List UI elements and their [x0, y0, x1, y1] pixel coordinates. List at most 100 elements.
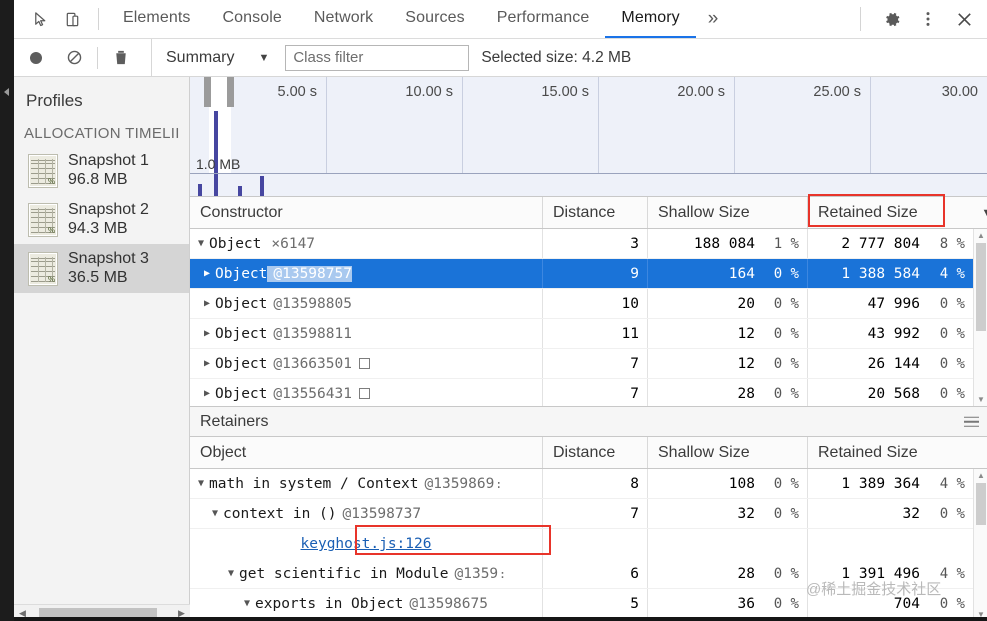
- expand-triangle-icon[interactable]: ▶: [204, 268, 215, 279]
- object-id: @13598737: [342, 505, 422, 522]
- scroll-up-arrow-icon[interactable]: ▲: [974, 471, 987, 480]
- table-row[interactable]: ▼ Object ×6147 3 188 084 1 % 2 777 804 8…: [190, 229, 987, 259]
- tab-console[interactable]: Console: [207, 0, 298, 38]
- cell-distance: 5: [543, 589, 648, 618]
- retainers-title-bar: Retainers: [190, 406, 987, 437]
- sidebar-item-snapshot-1[interactable]: % Snapshot 1 96.8 MB: [14, 146, 189, 195]
- cell-retained-size: [808, 529, 928, 559]
- scrollbar-thumb[interactable]: [976, 243, 986, 331]
- column-header-distance[interactable]: Distance: [543, 197, 648, 228]
- column-header-object[interactable]: Object: [190, 437, 543, 468]
- constructor-name: Object: [215, 265, 268, 282]
- constructor-name: Object: [215, 385, 268, 402]
- expand-triangle-icon[interactable]: ▶: [204, 328, 215, 339]
- table-row[interactable]: ▶ Object @13598805 10 20 0 % 47 996 0 %: [190, 289, 987, 319]
- retainers-title: Retainers: [200, 412, 269, 430]
- cell-distance: 9: [543, 259, 648, 288]
- expand-triangle-icon[interactable]: ▼: [244, 598, 255, 609]
- table-row[interactable]: ▼ math in system / Context @1359869։ 8 1…: [190, 469, 987, 499]
- constructor-grid-scrollbar[interactable]: ▲ ▼: [973, 229, 987, 406]
- timeline-selection-handle-left[interactable]: [204, 77, 211, 107]
- profiles-sidebar: Profiles ALLOCATION TIMELII % Snapshot 1…: [14, 77, 190, 621]
- column-header-retained-size[interactable]: Retained Size: [808, 197, 973, 228]
- expand-triangle-icon[interactable]: ▼: [228, 568, 239, 579]
- scroll-down-arrow-icon[interactable]: ▼: [974, 395, 987, 404]
- column-header-distance[interactable]: Distance: [543, 437, 648, 468]
- class-filter-field[interactable]: [293, 49, 462, 66]
- table-row[interactable]: ▶ Object @13598811 11 12 0 % 43 992 0 %: [190, 319, 987, 349]
- allocation-bar: [238, 186, 242, 196]
- cell-object: keyghost.js:126: [190, 529, 543, 559]
- table-row[interactable]: ▶ Object @13556431 7 28 0 % 20 568 0 %: [190, 379, 987, 406]
- tab-memory[interactable]: Memory: [605, 0, 696, 38]
- scroll-up-arrow-icon[interactable]: ▲: [974, 231, 987, 240]
- class-filter-input[interactable]: [285, 44, 470, 71]
- object-id: @13598811: [273, 325, 352, 342]
- retainer-label: get scientific in Module: [239, 565, 449, 582]
- cell-retained-pct: 0 %: [939, 355, 965, 372]
- kebab-menu-icon[interactable]: [911, 3, 945, 35]
- cell-distance: 7: [543, 379, 648, 406]
- sort-direction-icon[interactable]: ▼: [973, 197, 987, 228]
- collapse-arrow-icon[interactable]: [0, 84, 14, 100]
- tab-network[interactable]: Network: [298, 0, 389, 38]
- inspect-cursor-icon[interactable]: [26, 5, 54, 33]
- tab-performance[interactable]: Performance: [481, 0, 606, 38]
- column-header-retained-size[interactable]: Retained Size: [808, 437, 987, 468]
- timeline-tick: 15.00 s: [541, 84, 589, 100]
- cell-retained-pct: 4 %: [939, 475, 965, 492]
- expand-triangle-icon[interactable]: ▶: [204, 298, 215, 309]
- column-header-constructor[interactable]: Constructor: [190, 197, 543, 228]
- cell-retained-pct: 8 %: [939, 235, 965, 252]
- table-row[interactable]: ▶ Object @13598757 9 164 0 % 1 388 584 4…: [190, 259, 987, 289]
- sidebar-item-snapshot-2[interactable]: % Snapshot 2 94.3 MB: [14, 195, 189, 244]
- timeline-selection-handle-right[interactable]: [227, 77, 234, 107]
- toolbar-divider: [97, 46, 98, 69]
- cell-distance: 7: [543, 349, 648, 378]
- gear-icon[interactable]: [875, 3, 909, 35]
- constructor-name: Object: [209, 235, 262, 252]
- retainers-grid-scrollbar[interactable]: ▲ ▼: [973, 469, 987, 621]
- table-row[interactable]: ▼ context in () @13598737 7 32 0 % 32 0 …: [190, 499, 987, 529]
- source-link[interactable]: keyghost.js:126: [301, 536, 432, 552]
- cell-shallow-size: 12: [737, 325, 755, 342]
- tabbar-left-icons: [14, 0, 90, 38]
- allocation-timeline-overview[interactable]: 5.00 s 10.00 s 15.00 s 20.00 s 25.00 s 3…: [190, 77, 987, 196]
- column-label: Object: [200, 443, 247, 461]
- cell-retained-pct: 4 %: [939, 265, 965, 282]
- scrollbar-thumb[interactable]: [976, 483, 986, 525]
- snapshot-size: 36.5 MB: [68, 268, 128, 286]
- device-toolbar-icon[interactable]: [58, 5, 86, 33]
- delete-button[interactable]: [105, 43, 137, 73]
- cell-shallow-pct: 0 %: [763, 559, 808, 588]
- record-button[interactable]: [20, 43, 52, 73]
- expand-triangle-icon[interactable]: ▼: [212, 508, 223, 519]
- column-header-shallow-size[interactable]: Shallow Size: [648, 197, 808, 228]
- expand-triangle-icon[interactable]: ▼: [198, 238, 209, 249]
- cell-shallow-pct: [763, 529, 808, 559]
- retainer-label: context in (): [223, 505, 337, 522]
- expand-triangle-icon[interactable]: ▶: [204, 358, 215, 369]
- cell-shallow-size: 20: [737, 295, 755, 312]
- object-id: @13598805: [273, 295, 352, 312]
- more-tabs-icon[interactable]: »: [696, 0, 731, 38]
- retainers-menu-icon[interactable]: [964, 416, 979, 427]
- expand-triangle-icon[interactable]: ▼: [198, 478, 209, 489]
- column-header-shallow-size[interactable]: Shallow Size: [648, 437, 808, 468]
- column-label: Retained Size: [818, 203, 918, 221]
- cell-retained-size: 26 144: [867, 355, 920, 372]
- tabbar-divider: [98, 8, 99, 30]
- tab-label: Elements: [123, 9, 191, 26]
- expand-triangle-icon[interactable]: ▶: [204, 388, 215, 399]
- view-mode-select[interactable]: Summary ▼: [152, 39, 279, 76]
- clear-button[interactable]: [58, 43, 90, 73]
- cell-distance: 10: [543, 289, 648, 318]
- table-row[interactable]: ▶ Object @13663501 7 12 0 % 26 144 0 %: [190, 349, 987, 379]
- close-icon[interactable]: [947, 3, 981, 35]
- cell-constructor: ▼ Object ×6147: [190, 229, 543, 258]
- tab-sources[interactable]: Sources: [389, 0, 480, 38]
- table-row[interactable]: keyghost.js:126: [190, 529, 987, 559]
- timeline-tick: 5.00 s: [277, 84, 318, 100]
- tab-elements[interactable]: Elements: [107, 0, 207, 38]
- sidebar-item-snapshot-3[interactable]: % Snapshot 3 36.5 MB: [14, 244, 189, 293]
